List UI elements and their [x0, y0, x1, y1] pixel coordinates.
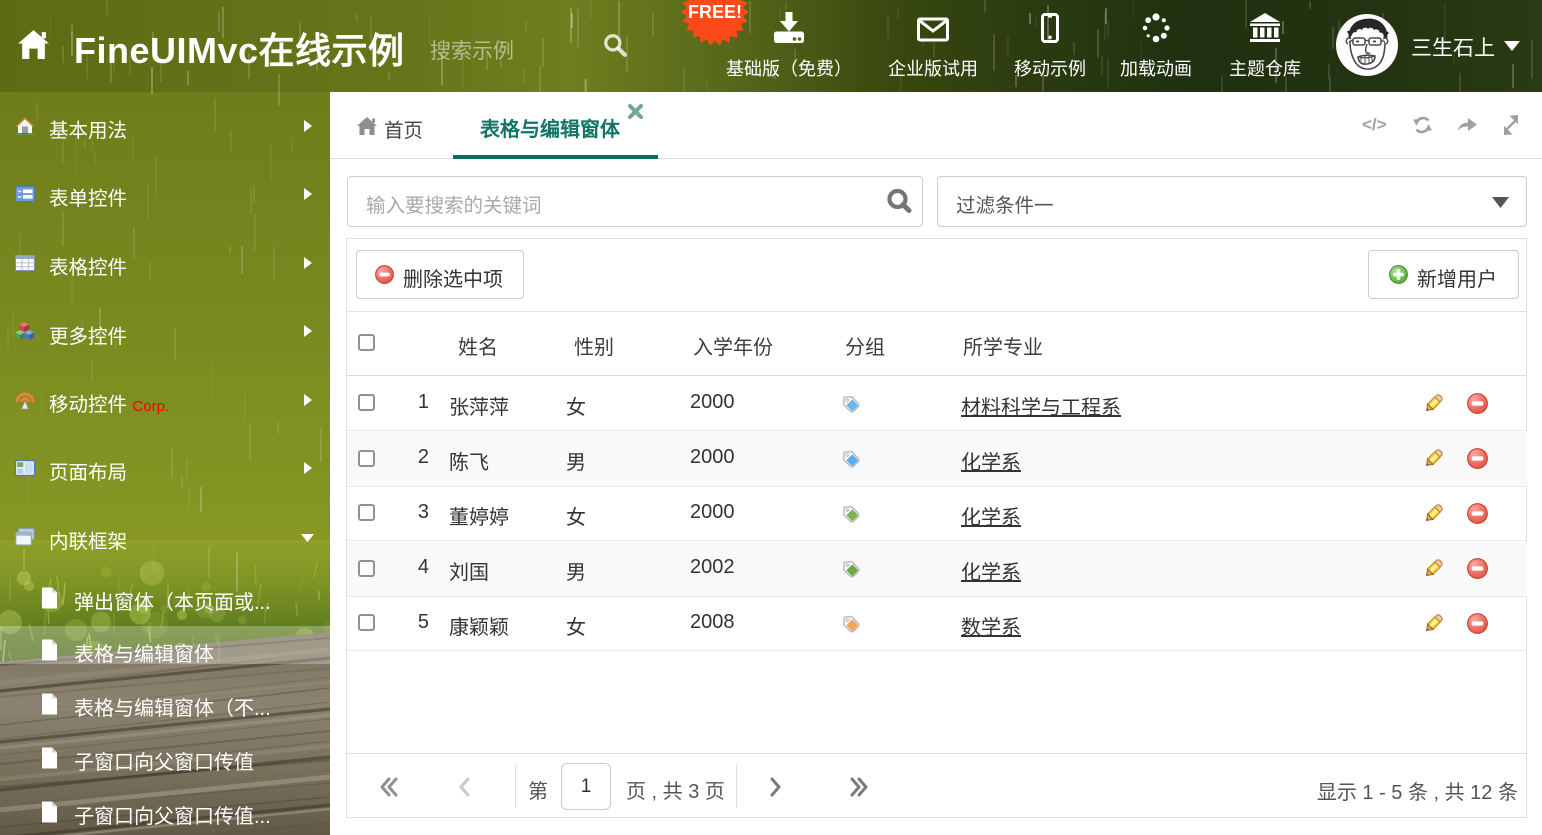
- svg-text:</>: </>: [1362, 115, 1386, 134]
- svg-text:FREE!: FREE!: [688, 2, 742, 22]
